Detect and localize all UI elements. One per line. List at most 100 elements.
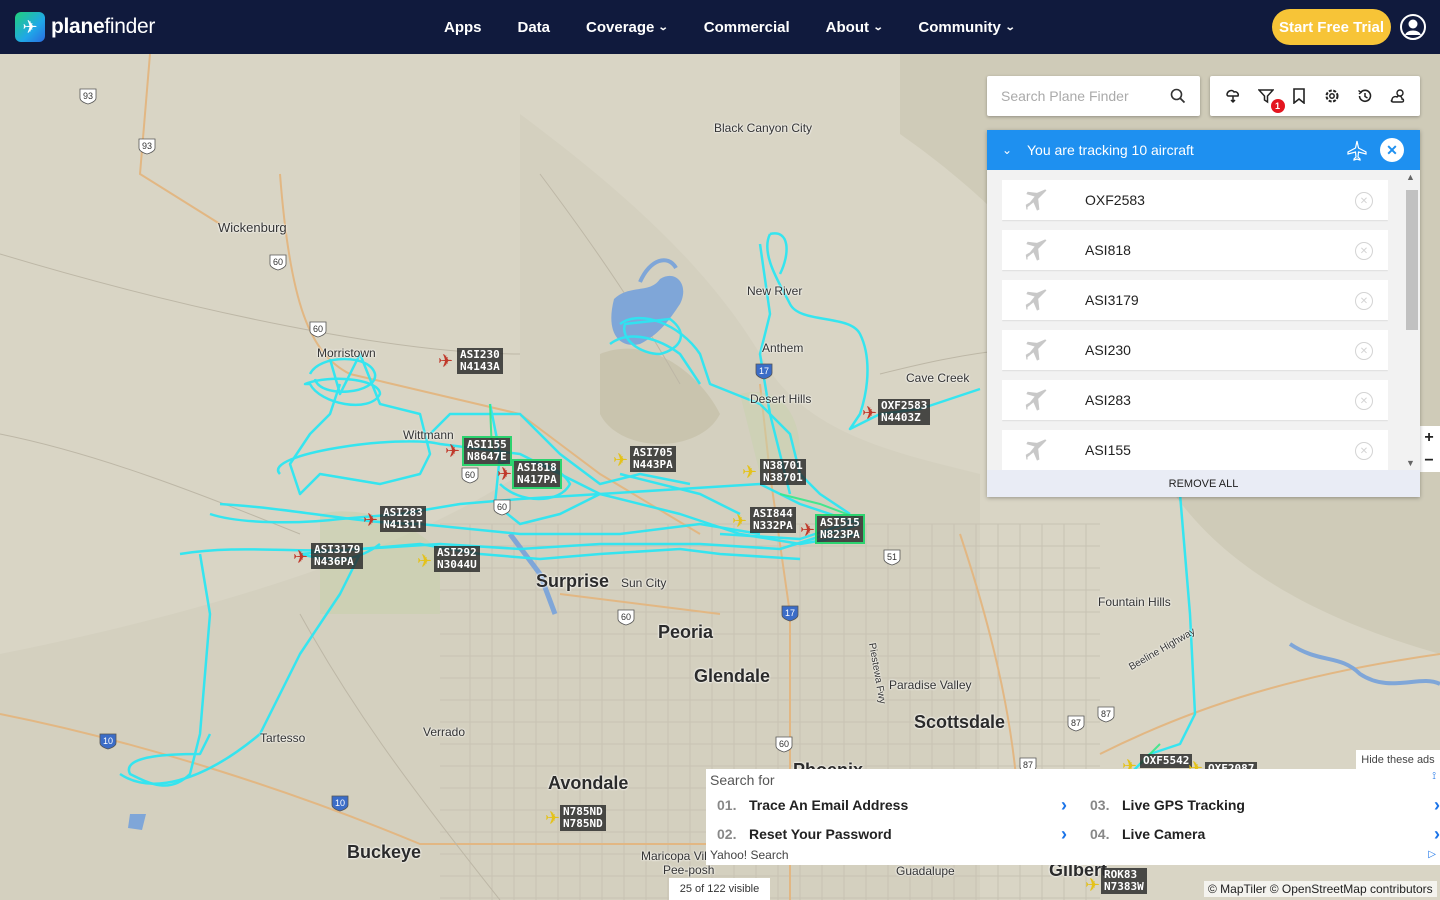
search-input[interactable] (1001, 88, 1161, 104)
remove-tracked-icon[interactable]: ✕ (1355, 392, 1373, 410)
svg-text:17: 17 (759, 366, 769, 376)
bookmarks-button[interactable] (1288, 85, 1310, 107)
map-layers-button[interactable] (1222, 85, 1244, 107)
tracked-callsign: ASI3179 (1085, 292, 1139, 308)
aircraft-label[interactable]: ROK83 N7383W (1101, 868, 1147, 894)
svg-text:10: 10 (103, 736, 113, 746)
route-shield-icon: 10 (331, 795, 349, 812)
nav-about[interactable]: About ⌄ (808, 19, 901, 36)
aircraft-icon[interactable]: ✈ (445, 442, 460, 460)
aircraft-icon[interactable]: ✈ (363, 511, 378, 529)
place-label: Maricopa Vill (641, 849, 710, 863)
aircraft-icon[interactable]: ✈ (1085, 876, 1100, 894)
ad-search-for: Search for (710, 772, 775, 788)
aircraft-label[interactable]: ASI292 N3044U (434, 546, 480, 572)
svg-text:60: 60 (779, 739, 789, 749)
history-button[interactable] (1354, 85, 1376, 107)
chevron-down-icon: ⌄ (658, 21, 670, 33)
route-shield-icon: 87 (1067, 715, 1085, 732)
nav-apps[interactable]: Apps (426, 19, 500, 36)
aircraft-icon[interactable]: ✈ (545, 809, 560, 827)
aircraft-label[interactable]: ASI705 N443PA (630, 446, 676, 472)
ad-choices-icon[interactable]: ▷ (1428, 849, 1436, 860)
scroll-down-icon[interactable]: ▼ (1406, 458, 1415, 468)
place-label: Cave Creek (906, 371, 970, 385)
place-label: Verrado (423, 725, 466, 739)
aircraft-label[interactable]: ASI283 N4131T (380, 506, 426, 532)
user-account-icon[interactable] (1400, 14, 1426, 40)
ad-link[interactable]: 04. Live Camera › (1090, 822, 1440, 846)
weather-button[interactable] (1387, 85, 1409, 107)
visible-aircraft-count: 25 of 122 visible (669, 878, 770, 900)
tracking-panel-header: ⌄ You are tracking 10 aircraft ✕ (987, 130, 1420, 170)
ad-link[interactable]: 03. Live GPS Tracking › (1090, 793, 1440, 817)
start-free-trial-button[interactable]: Start Free Trial (1272, 9, 1391, 45)
nav-data[interactable]: Data (500, 19, 569, 36)
ad-info-icon[interactable]: ⟟ (1432, 771, 1436, 782)
aircraft-icon[interactable]: ✈ (742, 463, 757, 481)
zoom-in-button[interactable]: + (1424, 429, 1433, 447)
remove-tracked-icon[interactable]: ✕ (1355, 242, 1373, 260)
aircraft-icon[interactable]: ✈ (800, 521, 815, 539)
aircraft-label[interactable]: ASI818 N417PA (512, 459, 562, 489)
aircraft-label[interactable]: ASI844 N332PA (750, 507, 796, 533)
aircraft-label[interactable]: N785ND N785ND (560, 805, 606, 831)
aircraft-label[interactable]: OXF5542 (1140, 754, 1193, 768)
aircraft-icon[interactable]: ✈ (497, 465, 512, 483)
scroll-thumb[interactable] (1406, 190, 1418, 330)
remove-tracked-icon[interactable]: ✕ (1355, 342, 1373, 360)
tracking-list-scrollbar[interactable]: ▲ ▼ (1404, 172, 1418, 470)
close-tracking-button[interactable]: ✕ (1380, 138, 1404, 162)
plane-logo-icon: ✈ (15, 12, 45, 42)
svg-text:10: 10 (335, 798, 345, 808)
map-toolbar: 1 (1210, 76, 1420, 116)
aircraft-label[interactable]: ASI3179 N436PA (311, 543, 364, 569)
tracked-aircraft-item[interactable]: ASI3179 ✕ (1002, 280, 1388, 320)
tracked-aircraft-item[interactable]: ASI283 ✕ (1002, 380, 1388, 420)
planefinder-logo[interactable]: ✈ planefinder (15, 12, 155, 42)
tracked-aircraft-item[interactable]: ASI155 ✕ (1002, 430, 1388, 470)
nav-community[interactable]: Community ⌄ (900, 19, 1032, 36)
aircraft-icon[interactable]: ✈ (732, 512, 747, 530)
aircraft-label[interactable]: ASI515 N823PA (815, 514, 865, 544)
remove-tracked-icon[interactable]: ✕ (1355, 192, 1373, 210)
route-shield-icon: 93 (138, 138, 156, 155)
remove-tracked-icon[interactable]: ✕ (1355, 442, 1373, 460)
layers-icon (1225, 89, 1239, 104)
tracked-aircraft-item[interactable]: ASI818 ✕ (1002, 230, 1388, 270)
aircraft-label[interactable]: OXF2583 N4403Z (878, 399, 931, 425)
settings-button[interactable] (1321, 85, 1343, 107)
scroll-up-icon[interactable]: ▲ (1406, 172, 1415, 182)
nav-coverage[interactable]: Coverage ⌄ (568, 19, 686, 36)
aircraft-icon[interactable]: ✈ (417, 552, 432, 570)
place-label: Scottsdale (914, 712, 1006, 732)
nav-commercial[interactable]: Commercial (686, 19, 808, 36)
aircraft-label[interactable]: ASI155 N8647E (462, 436, 512, 466)
map-attribution[interactable]: © MapTiler © OpenStreetMap contributors (1204, 881, 1437, 897)
tracking-panel: ⌄ You are tracking 10 aircraft ✕ OXF2583… (987, 130, 1420, 497)
aircraft-icon[interactable]: ✈ (438, 352, 453, 370)
tracked-aircraft-item[interactable]: ASI230 ✕ (1002, 330, 1388, 370)
search-ad-block: Search for ⟟ 01. Trace An Email Address ›… (706, 769, 1440, 865)
collapse-chevron-icon[interactable]: ⌄ (987, 143, 1027, 157)
hide-ads-button[interactable]: Hide these ads (1356, 750, 1440, 769)
place-label: Sun City (621, 576, 667, 590)
place-label: Wickenburg (218, 220, 287, 235)
tracked-callsign: ASI155 (1085, 442, 1131, 458)
filter-button[interactable]: 1 (1255, 85, 1285, 113)
tracked-callsign: OXF2583 (1085, 192, 1145, 208)
aircraft-icon[interactable]: ✈ (862, 404, 877, 422)
remove-tracked-icon[interactable]: ✕ (1355, 292, 1373, 310)
aircraft-label[interactable]: ASI230 N4143A (457, 348, 503, 374)
zoom-out-button[interactable]: − (1424, 452, 1433, 470)
tracked-aircraft-item[interactable]: OXF2583 ✕ (1002, 180, 1388, 220)
search-icon[interactable] (1170, 88, 1186, 104)
aircraft-icon[interactable]: ✈ (293, 548, 308, 566)
aircraft-icon[interactable]: ✈ (613, 451, 628, 469)
ad-link[interactable]: 02. Reset Your Password › (717, 822, 1067, 846)
place-label: Peoria (658, 622, 714, 642)
ad-link[interactable]: 01. Trace An Email Address › (717, 793, 1067, 817)
remove-all-button[interactable]: REMOVE ALL (987, 470, 1420, 497)
place-label: Wittmann (403, 428, 454, 442)
aircraft-label[interactable]: N38701 N38701 (760, 459, 806, 485)
